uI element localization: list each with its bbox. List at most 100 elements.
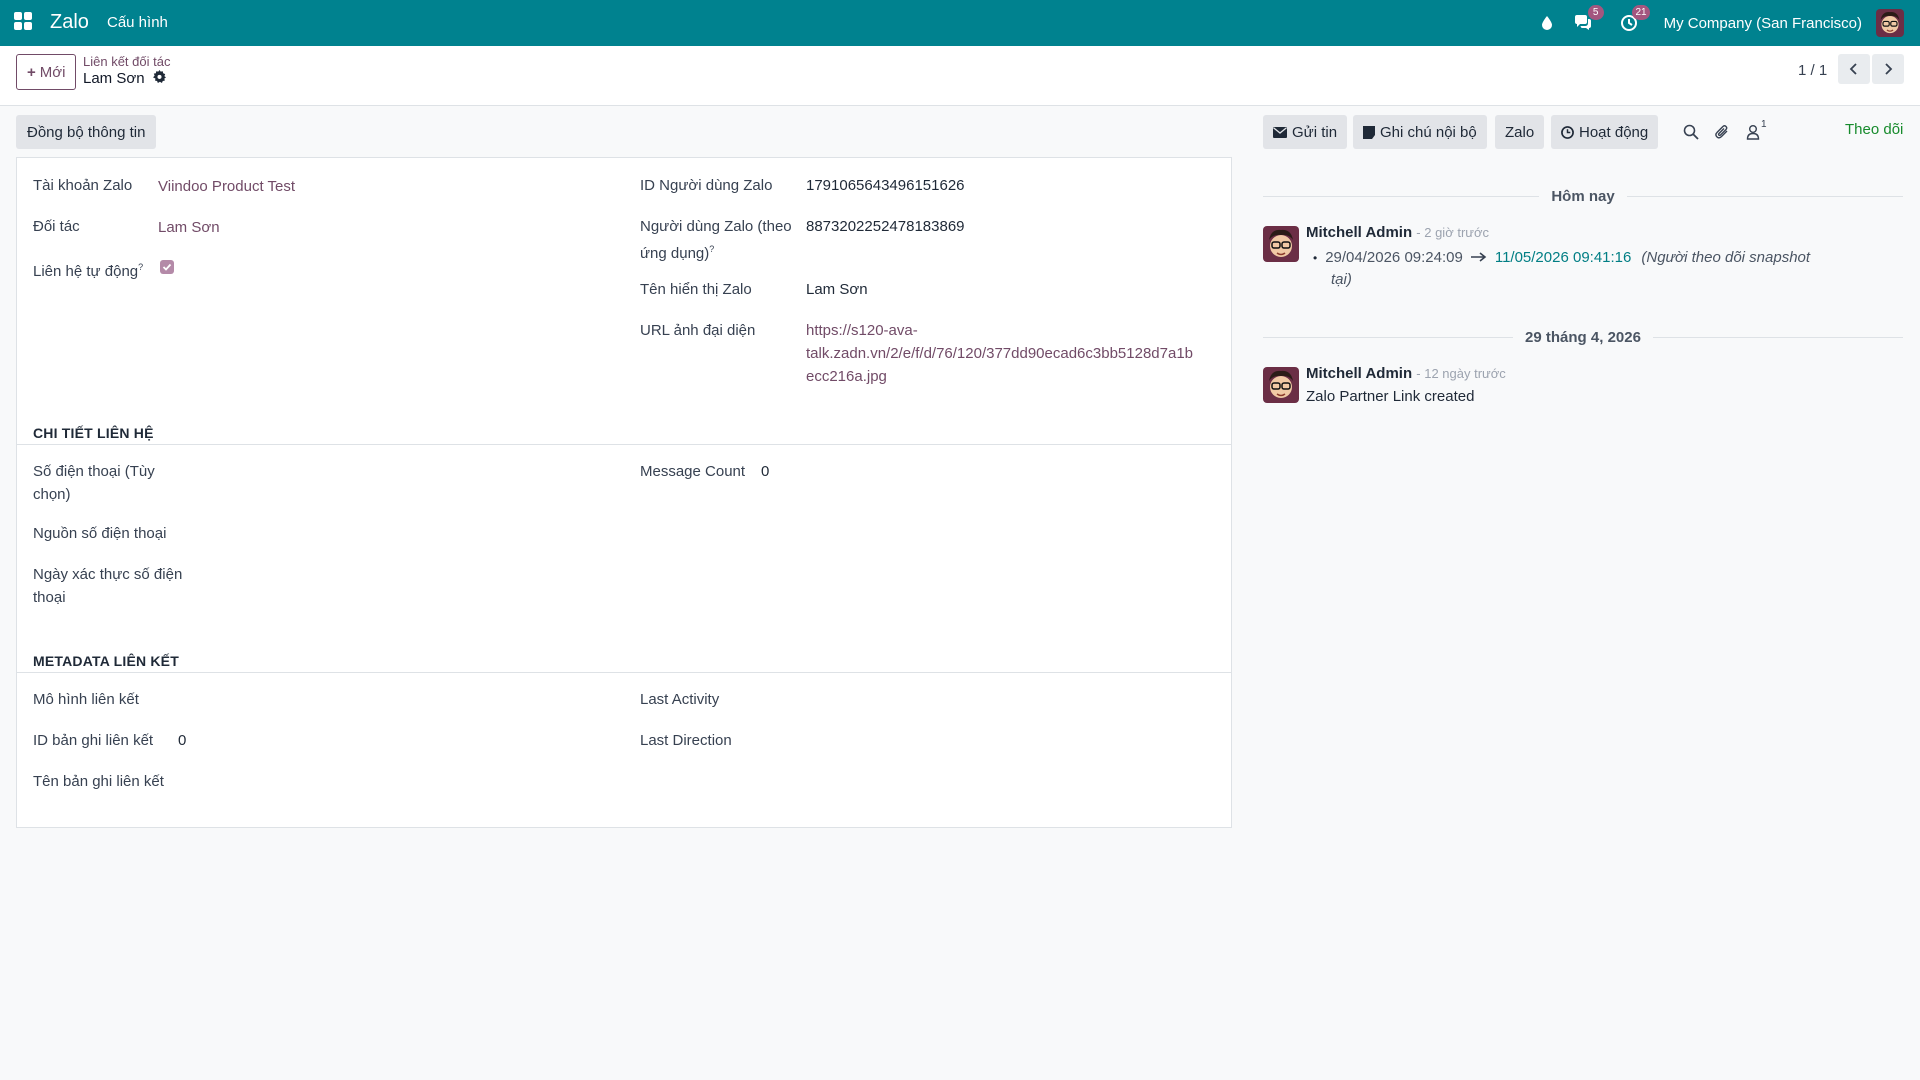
phone-label-line2: chọn): [33, 486, 71, 503]
activities-badge: 21: [1632, 5, 1650, 20]
zalo-app-user-value: 8873202252478183869: [806, 218, 965, 235]
tracking-value-list: • 29/04/2026 09:24:09 11/05/2026 09:41:1…: [1313, 247, 1810, 291]
control-panel: + Mới Liên kết đối tác Lam Sơn 1 / 1: [0, 46, 1920, 106]
phone-label-line1: Số điện thoại (Tùy: [33, 463, 155, 480]
link-metadata-section-title: METADATA LIÊN KẾT: [33, 653, 179, 669]
followers-count: 1: [1761, 119, 1767, 130]
tracking-old-value: 29/04/2026 09:24:09: [1325, 249, 1463, 266]
form-sheet: Tài khoản Zalo Viindoo Product Test Đối …: [16, 157, 1232, 828]
zalo-display-name-label: Tên hiển thị Zalo: [640, 281, 752, 298]
chevron-right-icon: [1885, 63, 1893, 75]
search-icon[interactable]: [1680, 121, 1702, 143]
message-author-avatar[interactable]: [1263, 367, 1299, 403]
new-button-label: Mới: [39, 63, 66, 81]
linked-record-id-value: 0: [178, 732, 187, 749]
arrow-right-icon: [1470, 252, 1487, 262]
company-switcher[interactable]: My Company (San Francisco): [1664, 15, 1862, 32]
message-time: - 2 giờ trước: [1416, 225, 1490, 240]
linked-record-name-label: Tên bản ghi liên kết: [33, 773, 164, 790]
activity-button[interactable]: Hoạt động: [1551, 115, 1659, 149]
app-name[interactable]: Zalo: [50, 11, 89, 34]
apps-menu-icon[interactable]: [14, 12, 32, 30]
chevron-left-icon: [1849, 63, 1857, 75]
avatar-url-line2: talk.zadn.vn/2/e/f/d/76/120/377dd90ecad6…: [806, 345, 1193, 362]
pager-next-button[interactable]: [1872, 54, 1904, 84]
zalo-app-user-label-line2: ứng dụng): [640, 245, 710, 262]
section-divider: [17, 444, 1231, 445]
new-record-button[interactable]: + Mới: [16, 54, 77, 90]
phone-verify-label-line1: Ngày xác thực số điện: [33, 566, 183, 583]
auto-contact-label-text: Liên hệ tự động: [33, 263, 139, 280]
menu-configuration[interactable]: Cấu hình: [107, 14, 168, 31]
zalo-account-field[interactable]: Viindoo Product Test: [158, 175, 295, 198]
log-note-button[interactable]: Ghi chú nội bộ: [1353, 115, 1487, 149]
last-activity-label: Last Activity: [640, 691, 720, 708]
sticky-note-icon: [1363, 125, 1375, 139]
avatar-url-label: URL ảnh đại diện: [640, 322, 756, 339]
send-message-label: Gửi tin: [1292, 123, 1338, 141]
tracking-field-name-cont: tại): [1331, 271, 1352, 288]
zalo-app-user-label: Người dùng Zalo (theo ứng dụng)?: [640, 215, 792, 265]
phone-verify-label-line2: thoại: [33, 589, 66, 606]
date-separator-older-label: 29 tháng 4, 2026: [1525, 328, 1641, 346]
date-separator-older: 29 tháng 4, 2026: [1263, 327, 1903, 347]
message-count-label: Message Count: [640, 463, 746, 480]
help-tooltip-icon[interactable]: ?: [709, 244, 714, 254]
debug-drop-icon[interactable]: [1536, 12, 1558, 34]
zalo-user-id-value: 1791065643496151626: [806, 177, 965, 194]
avatar-url-line1: https://s120-ava-: [806, 322, 918, 339]
pager-previous-button[interactable]: [1838, 54, 1870, 84]
activity-label: Hoạt động: [1579, 123, 1649, 141]
sync-info-button[interactable]: Đồng bộ thông tin: [16, 115, 157, 149]
auto-contact-checkbox[interactable]: [160, 260, 174, 274]
message-author[interactable]: Mitchell Admin - 12 ngày trước: [1306, 365, 1506, 382]
message-author-name[interactable]: Mitchell Admin: [1306, 224, 1412, 241]
help-tooltip-icon[interactable]: ?: [138, 262, 143, 272]
message-body: Zalo Partner Link created: [1306, 388, 1475, 405]
paperclip-icon[interactable]: [1711, 121, 1733, 143]
avatar-url-link[interactable]: https://s120-ava- talk.zadn.vn/2/e/f/d/7…: [806, 319, 1193, 388]
send-message-button[interactable]: Gửi tin: [1263, 115, 1348, 149]
bullet: •: [1313, 251, 1318, 265]
message-author[interactable]: Mitchell Admin - 2 giờ trước: [1306, 224, 1489, 241]
date-separator-today-label: Hôm nay: [1551, 187, 1615, 205]
phone-source-label: Nguồn số điện thoại: [33, 525, 167, 542]
last-direction-label: Last Direction: [640, 732, 732, 749]
phone-verify-date-label: Ngày xác thực số điện thoại: [33, 563, 182, 609]
zalo-display-name-value: Lam Sơn: [806, 281, 868, 298]
partner-field[interactable]: Lam Sơn: [158, 216, 220, 239]
date-separator-today: Hôm nay: [1263, 186, 1904, 206]
phone-label: Số điện thoại (Tùy chọn): [33, 460, 155, 506]
contact-details-section-title: CHI TIẾT LIÊN HỆ: [33, 425, 154, 441]
auto-contact-label: Liên hệ tự động?: [33, 256, 143, 283]
message-author-name[interactable]: Mitchell Admin: [1306, 365, 1412, 382]
activities-clock-icon[interactable]: 21: [1618, 5, 1650, 34]
follow-button[interactable]: Theo dõi: [1845, 121, 1903, 138]
gear-icon[interactable]: [152, 70, 166, 87]
zalo-chatter-button[interactable]: Zalo: [1495, 115, 1545, 149]
clock-icon: [1561, 125, 1574, 139]
messages-icon[interactable]: 5: [1572, 5, 1604, 34]
linked-record-id-label: ID bản ghi liên kết: [33, 732, 154, 749]
top-navbar: Zalo Cấu hình 5 21 My Company (San Franc…: [0, 0, 1920, 46]
messages-badge: 5: [1587, 5, 1604, 20]
log-note-label: Ghi chú nội bộ: [1380, 123, 1477, 141]
partner-label: Đối tác: [33, 218, 80, 235]
tracking-new-value: 11/05/2026 09:41:16: [1494, 249, 1632, 266]
zalo-account-label: Tài khoản Zalo: [33, 177, 133, 194]
user-avatar[interactable]: [1876, 9, 1904, 37]
linked-model-label: Mô hình liên kết: [33, 691, 139, 708]
message-count-value: 0: [761, 463, 770, 480]
message-time: - 12 ngày trước: [1416, 366, 1506, 381]
plus-icon: +: [27, 63, 36, 81]
record-title: Lam Sơn: [83, 70, 145, 87]
check-icon: [162, 263, 172, 271]
breadcrumb-current: Lam Sơn: [83, 70, 166, 87]
tracking-field-name: (Người theo dõi snapshot: [1641, 249, 1811, 266]
section-divider: [17, 672, 1231, 673]
zalo-app-user-label-line1: Người dùng Zalo (theo: [640, 218, 792, 235]
zalo-user-id-label: ID Người dùng Zalo: [640, 177, 773, 194]
pager-value[interactable]: 1 / 1: [1798, 62, 1827, 79]
message-author-avatar[interactable]: [1263, 226, 1299, 262]
breadcrumb-parent-link[interactable]: Liên kết đối tác: [83, 54, 170, 69]
